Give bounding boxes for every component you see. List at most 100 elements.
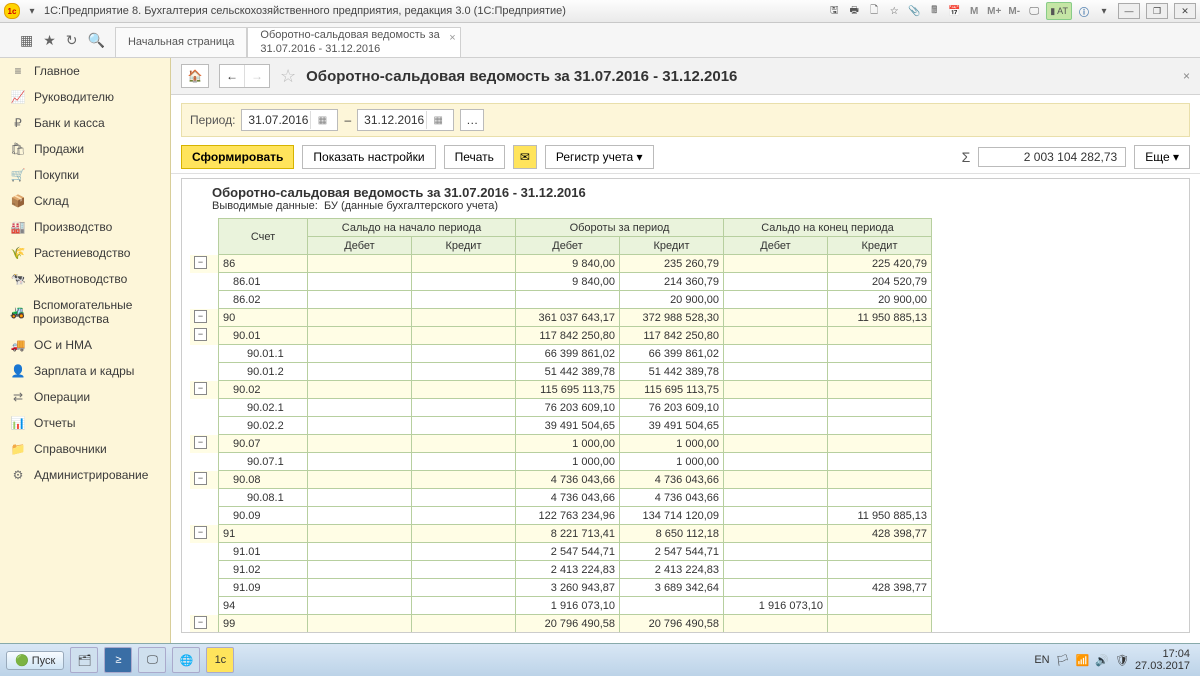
sidebar-item[interactable]: 👤Зарплата и кадры xyxy=(0,358,170,384)
table-row[interactable]: 91.093 260 943,873 689 342,64428 398,77 xyxy=(190,579,932,597)
tray-flag-icon[interactable]: 🏳 xyxy=(1056,654,1070,667)
table-row[interactable]: −90361 037 643,17372 988 528,3011 950 88… xyxy=(190,309,932,327)
sidebar-item[interactable]: ⇄Операции xyxy=(0,384,170,410)
print-button[interactable]: Печать xyxy=(444,145,505,169)
mail-button[interactable]: ✉ xyxy=(513,145,537,169)
table-row[interactable]: −869 840,00235 260,79225 420,79 xyxy=(190,255,932,273)
tree-toggle-icon[interactable]: − xyxy=(194,472,207,485)
form-button[interactable]: Сформировать xyxy=(181,145,294,169)
tb-print-icon[interactable]: 🖶 xyxy=(846,3,862,19)
sidebar-item[interactable]: 🚜Вспомогательные производства xyxy=(0,292,170,332)
tray-net-icon[interactable]: 📶 xyxy=(1076,654,1090,667)
table-row[interactable]: 90.08.14 736 043,664 736 043,66 xyxy=(190,489,932,507)
tb-screen-icon[interactable]: 🖵 xyxy=(1026,3,1042,19)
taskbar-app-1[interactable]: 🗂 xyxy=(70,647,98,673)
table-row[interactable]: −90.01117 842 250,80117 842 250,80 xyxy=(190,327,932,345)
sidebar-item[interactable]: ₽Банк и касса xyxy=(0,110,170,136)
tab-start-page[interactable]: Начальная страница xyxy=(115,27,247,57)
table-row[interactable]: 86.0220 900,0020 900,00 xyxy=(190,291,932,309)
sidebar-item[interactable]: 📊Отчеты xyxy=(0,410,170,436)
tb-at-badge[interactable]: ▮ AT xyxy=(1046,2,1072,20)
settings-button[interactable]: Показать настройки xyxy=(302,145,435,169)
tray-vol-icon[interactable]: 🔊 xyxy=(1095,654,1109,667)
sidebar-item[interactable]: ≡Главное xyxy=(0,58,170,84)
register-button[interactable]: Регистр учета ▾ xyxy=(545,145,654,169)
home-button[interactable]: 🏠 xyxy=(181,64,209,88)
tb-m-icon[interactable]: M xyxy=(966,3,982,19)
tb-clip-icon[interactable]: 📎 xyxy=(906,3,922,19)
tb-mplus-icon[interactable]: M+ xyxy=(986,3,1002,19)
apps-icon[interactable]: ▦ xyxy=(20,32,33,49)
tb-drop-icon[interactable]: ▾ xyxy=(1096,3,1112,19)
report-close-icon[interactable]: × xyxy=(1183,69,1190,83)
period-to-input[interactable]: 31.12.2016▦ xyxy=(357,109,454,131)
tree-toggle-icon[interactable]: − xyxy=(194,526,207,539)
period-from-input[interactable]: 31.07.2016▦ xyxy=(241,109,338,131)
tree-toggle-icon[interactable]: − xyxy=(194,256,207,269)
table-row[interactable]: −918 221 713,418 650 112,18428 398,77 xyxy=(190,525,932,543)
taskbar-app-2[interactable]: ≥ xyxy=(104,647,132,673)
sidebar-item[interactable]: 📁Справочники xyxy=(0,436,170,462)
table-row[interactable]: 90.02.176 203 609,1076 203 609,10 xyxy=(190,399,932,417)
favorite-star-icon[interactable]: ☆ xyxy=(280,66,296,87)
tree-toggle-icon[interactable]: − xyxy=(194,328,207,341)
tb-info-icon[interactable]: ⓘ xyxy=(1076,3,1092,19)
history-icon[interactable]: ↻ xyxy=(66,32,78,49)
table-row[interactable]: 91.022 413 224,832 413 224,83 xyxy=(190,561,932,579)
tb-cal-icon[interactable]: 📅 xyxy=(946,3,962,19)
table-row[interactable]: 91.012 547 544,712 547 544,71 xyxy=(190,543,932,561)
sidebar-item[interactable]: 🌾Растениеводство xyxy=(0,240,170,266)
table-row[interactable]: −90.02115 695 113,75115 695 113,75 xyxy=(190,381,932,399)
close-button[interactable]: ✕ xyxy=(1174,3,1196,19)
tb-save-icon[interactable]: 🖫 xyxy=(826,3,842,19)
start-button[interactable]: 🟢 Пуск xyxy=(6,651,64,670)
tree-toggle-icon[interactable]: − xyxy=(194,616,207,629)
sidebar-item[interactable]: 📦Склад xyxy=(0,188,170,214)
more-button[interactable]: Еще ▾ xyxy=(1134,145,1190,169)
tab-report[interactable]: Оборотно-сальдовая ведомость за31.07.201… xyxy=(247,27,460,57)
tree-toggle-icon[interactable]: − xyxy=(194,436,207,449)
table-row[interactable]: 941 916 073,101 916 073,10 xyxy=(190,597,932,615)
search-icon[interactable]: 🔍 xyxy=(88,32,105,49)
tree-toggle-icon[interactable]: − xyxy=(194,310,207,323)
table-row[interactable]: −90.071 000,001 000,00 xyxy=(190,435,932,453)
period-more-button[interactable]: … xyxy=(460,109,484,131)
sidebar-item[interactable]: 🚚ОС и НМА xyxy=(0,332,170,358)
tab-close-icon[interactable]: × xyxy=(449,32,455,45)
taskbar-1c[interactable]: 1c xyxy=(206,647,234,673)
tb-star-icon[interactable]: ☆ xyxy=(886,3,902,19)
sidebar-item[interactable]: 🛒Покупки xyxy=(0,162,170,188)
tb-calc-icon[interactable]: 🖩 xyxy=(926,3,942,19)
sidebar-item[interactable]: 🐄Животноводство xyxy=(0,266,170,292)
table-row[interactable]: −99.0119 654 692,6519 654 692,65 xyxy=(190,633,932,634)
sidebar-item[interactable]: ⚙Администрирование xyxy=(0,462,170,488)
back-button[interactable]: ← xyxy=(220,65,245,87)
sidebar-item[interactable]: 📈Руководителю xyxy=(0,84,170,110)
table-row[interactable]: −90.084 736 043,664 736 043,66 xyxy=(190,471,932,489)
table-row[interactable]: 90.01.251 442 389,7851 442 389,78 xyxy=(190,363,932,381)
sidebar-item[interactable]: 🏭Производство xyxy=(0,214,170,240)
table-row[interactable]: 90.09122 763 234,96134 714 120,0911 950 … xyxy=(190,507,932,525)
table-row[interactable]: 90.07.11 000,001 000,00 xyxy=(190,453,932,471)
restore-button[interactable]: ❐ xyxy=(1146,3,1168,19)
tb-doc-icon[interactable]: 🗋 xyxy=(866,3,882,19)
taskbar-app-3[interactable]: 🖵 xyxy=(138,647,166,673)
table-row[interactable]: 86.019 840,00214 360,79204 520,79 xyxy=(190,273,932,291)
tree-toggle-icon[interactable]: − xyxy=(194,382,207,395)
calendar-icon[interactable]: ▦ xyxy=(426,111,449,129)
table-row[interactable]: 90.02.239 491 504,6539 491 504,65 xyxy=(190,417,932,435)
tray-clock[interactable]: 17:0427.03.2017 xyxy=(1135,648,1194,672)
fav-icon[interactable]: ★ xyxy=(43,32,56,49)
dropdown-icon[interactable]: ▾ xyxy=(24,3,40,19)
table-row[interactable]: −9920 796 490,5820 796 490,58 xyxy=(190,615,932,633)
table-row[interactable]: 90.01.166 399 861,0266 399 861,02 xyxy=(190,345,932,363)
forward-button[interactable]: → xyxy=(245,65,269,87)
report-body[interactable]: Оборотно-сальдовая ведомость за 31.07.20… xyxy=(181,178,1190,633)
taskbar-chrome[interactable]: 🌐 xyxy=(172,647,200,673)
sidebar-item[interactable]: 🛍Продажи xyxy=(0,136,170,162)
tb-mminus-icon[interactable]: M- xyxy=(1006,3,1022,19)
calendar-icon[interactable]: ▦ xyxy=(310,111,333,129)
tray-lang[interactable]: EN xyxy=(1034,654,1049,666)
minimize-button[interactable]: — xyxy=(1118,3,1140,19)
tray-shield-icon[interactable]: 🛡 xyxy=(1115,654,1129,667)
